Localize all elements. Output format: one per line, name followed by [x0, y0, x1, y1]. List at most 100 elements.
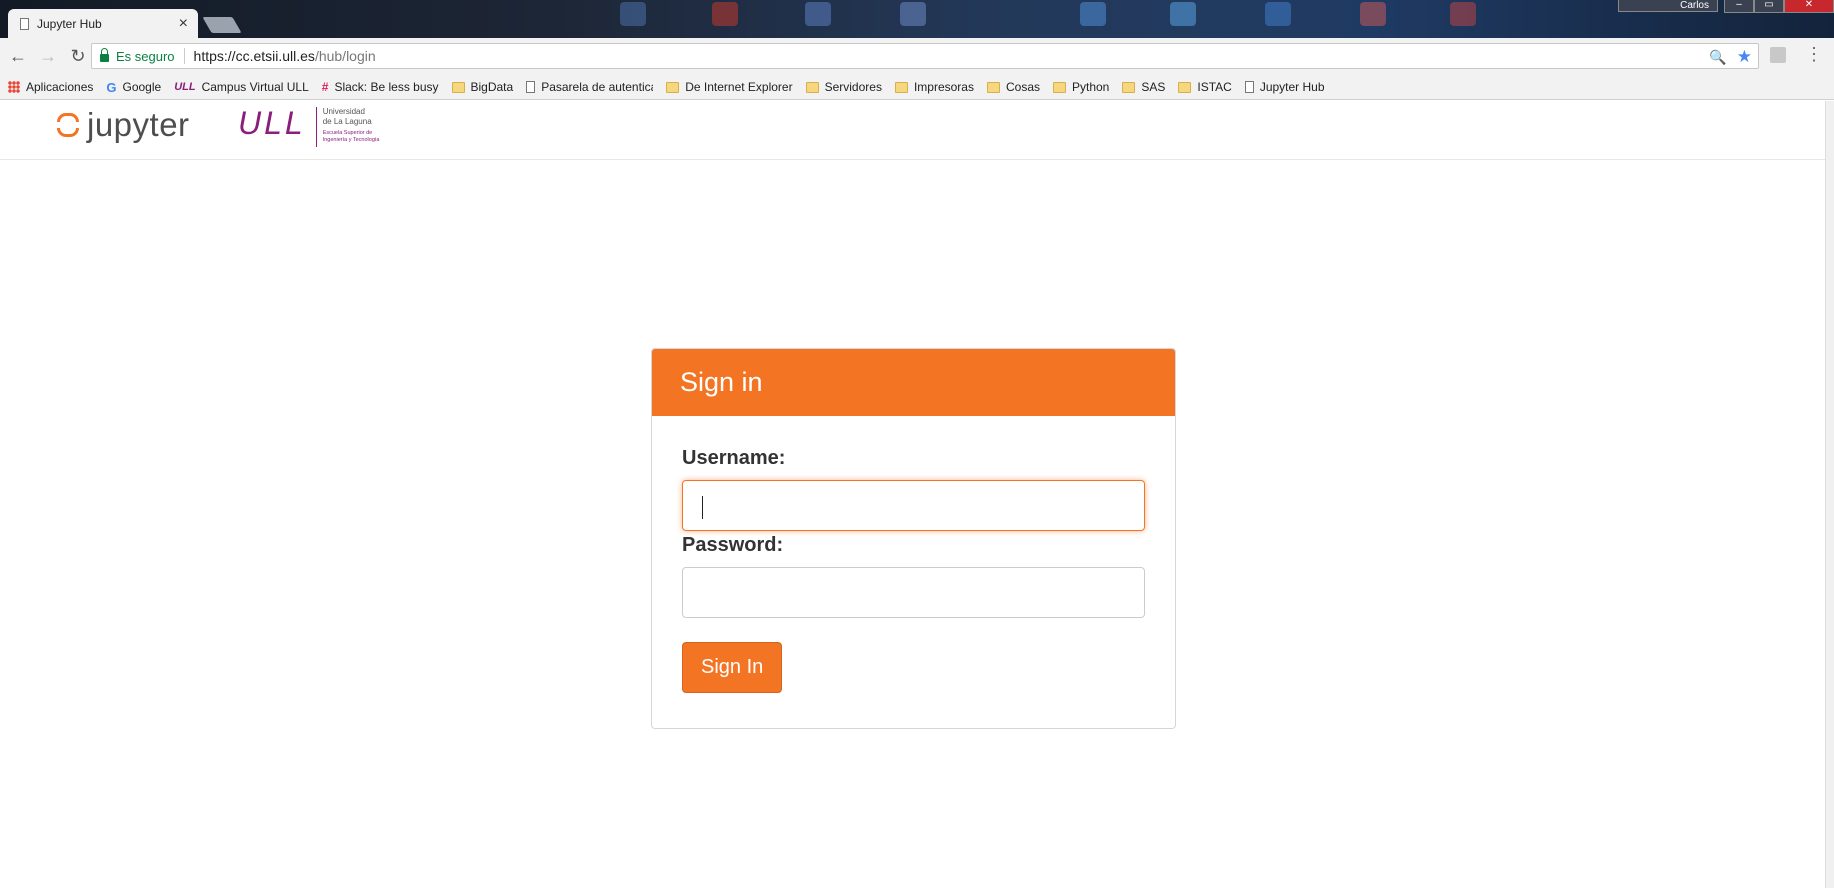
bookmark-servidores[interactable]: Servidores [805, 80, 882, 94]
extension-icon[interactable] [1770, 47, 1786, 63]
address-bar[interactable]: Es seguro https://cc.etsii.ull.es/hub/lo… [91, 43, 1759, 69]
folder-icon [894, 81, 908, 93]
reload-icon[interactable]: ↻ [66, 45, 90, 69]
desktop-blur [1080, 2, 1106, 26]
bookmark-slack[interactable]: # Slack: Be less busy [322, 80, 439, 94]
browser-toolbar: ← → ↻ Es seguro https://cc.etsii.ull.es/… [0, 38, 1834, 75]
tab-close-icon[interactable]: × [179, 15, 188, 32]
desktop-blur [620, 2, 646, 26]
username-label: Username: [682, 447, 786, 469]
folder-icon [1053, 81, 1066, 93]
folder-icon [986, 81, 1000, 93]
desktop-blur [1265, 2, 1291, 26]
bookmarks-bar: Aplicaciones G Google ULL Campus Virtual… [0, 75, 1834, 100]
password-input[interactable] [682, 567, 1145, 618]
ull-logo-text: Universidad de La Laguna Escuela Superio… [323, 107, 380, 144]
desktop-blur [1360, 2, 1386, 26]
bookmark-label: Campus Virtual ULL [201, 80, 309, 94]
jupyter-logo[interactable]: jupyter [55, 105, 190, 145]
jupyter-logo-text: jupyter [87, 106, 190, 143]
bookmark-label: Google [122, 80, 162, 94]
bookmark-jupyter-hub[interactable]: Jupyter Hub [1244, 80, 1325, 94]
minimize-button[interactable]: – [1724, 0, 1754, 13]
browser-menu-icon[interactable]: ⋮ [1805, 44, 1823, 65]
bookmark-label: Pasarela de autenticac [541, 80, 654, 94]
bookmark-label: Slack: Be less busy [334, 80, 439, 94]
folder-icon [1122, 81, 1136, 93]
bookmark-star-icon[interactable]: ★ [1737, 47, 1752, 67]
bookmark-label: BigData [470, 80, 514, 94]
page-scrollbar[interactable] [1825, 101, 1834, 888]
ull-icon: ULL [174, 81, 196, 93]
ull-line-2: de La Laguna [322, 117, 372, 126]
back-icon[interactable]: ← [6, 45, 30, 69]
folder-icon [666, 81, 680, 93]
tab-jupyter-hub[interactable]: Jupyter Hub × [8, 9, 198, 38]
login-form: Username: Password: Sign In [652, 447, 1175, 693]
bookmark-label: ISTAC [1197, 80, 1232, 94]
desktop-blur [900, 2, 926, 26]
bookmark-campus-virtual-ull[interactable]: ULL Campus Virtual ULL [174, 80, 309, 94]
text-caret [702, 496, 703, 519]
folder-icon [1178, 81, 1192, 93]
address-actions: 🔍 ★ [1709, 47, 1752, 67]
tab-title: Jupyter Hub [37, 16, 102, 31]
address-divider [183, 48, 185, 64]
url-path: /hub/login [314, 48, 376, 64]
bookmark-de-internet-explorer[interactable]: De Internet Explorer [666, 80, 793, 94]
folder-icon [805, 81, 819, 93]
maximize-button[interactable]: ▭ [1754, 0, 1784, 13]
sign-in-button[interactable]: Sign In [682, 642, 783, 693]
bookmark-label: Servidores [824, 80, 882, 94]
page-icon [526, 81, 536, 93]
bookmark-pasarela[interactable]: Pasarela de autenticac [526, 80, 653, 94]
username-input[interactable] [682, 480, 1145, 531]
bookmark-aplicaciones[interactable]: Aplicaciones [8, 80, 93, 94]
bookmark-istac[interactable]: ISTAC [1178, 80, 1232, 94]
bookmark-impresoras[interactable]: Impresoras [894, 80, 974, 94]
password-label: Password: [682, 534, 784, 556]
desktop-blur [1450, 2, 1476, 26]
login-panel: Sign in Username: Password: Sign In [651, 348, 1176, 729]
bookmark-google[interactable]: G Google [106, 80, 161, 95]
bookmark-bigdata[interactable]: BigData [451, 80, 514, 94]
slack-icon: # [321, 80, 329, 94]
google-icon: G [106, 79, 117, 95]
secure-label[interactable]: Es seguro [116, 49, 175, 64]
profile-button[interactable]: Carlos [1618, 0, 1718, 12]
bookmark-label: Python [1072, 80, 1110, 94]
ull-logo-mark: ULL [238, 105, 306, 141]
page-content: jupyter ULL Universidad de La Laguna Esc… [0, 101, 1826, 888]
site-header: jupyter ULL Universidad de La Laguna Esc… [0, 101, 1826, 160]
login-title: Sign in [652, 349, 1175, 416]
ull-line-1: Universidad [322, 107, 365, 116]
url-host: https://cc.etsii.ull.es [193, 48, 315, 64]
bookmark-label: Impresoras [913, 80, 974, 94]
ull-logo-divider [315, 107, 317, 147]
bookmark-label: De Internet Explorer [685, 80, 793, 94]
ull-sub-1: Escuela Superior de [322, 130, 373, 136]
folder-icon [451, 81, 465, 93]
close-window-button[interactable]: ✕ [1784, 0, 1834, 13]
ull-logo: ULL Universidad de La Laguna Escuela Sup… [238, 107, 379, 147]
desktop-blur [712, 2, 738, 26]
ull-sub-2: Ingeniería y Tecnología [322, 137, 380, 143]
bookmark-sas[interactable]: SAS [1122, 80, 1165, 94]
tab-strip: Jupyter Hub × Carlos – ▭ ✕ [0, 0, 1834, 38]
forward-icon[interactable]: → [36, 45, 60, 69]
page-icon [20, 17, 29, 30]
bookmark-label: Jupyter Hub [1259, 80, 1325, 94]
new-tab-button[interactable] [202, 17, 242, 33]
zoom-icon[interactable]: 🔍 [1709, 49, 1726, 66]
apps-icon [8, 81, 20, 93]
bookmark-label: Aplicaciones [26, 80, 94, 94]
bookmark-cosas[interactable]: Cosas [986, 80, 1040, 94]
bookmark-label: SAS [1141, 80, 1166, 94]
jupyter-logo-icon [55, 112, 81, 138]
window-controls: Carlos – ▭ ✕ [1618, 0, 1834, 13]
lock-icon [100, 48, 109, 62]
desktop-blur [805, 2, 831, 26]
desktop-blur [1170, 2, 1196, 26]
bookmark-python[interactable]: Python [1053, 80, 1109, 94]
url-text[interactable]: https://cc.etsii.ull.es/hub/login [194, 48, 376, 64]
